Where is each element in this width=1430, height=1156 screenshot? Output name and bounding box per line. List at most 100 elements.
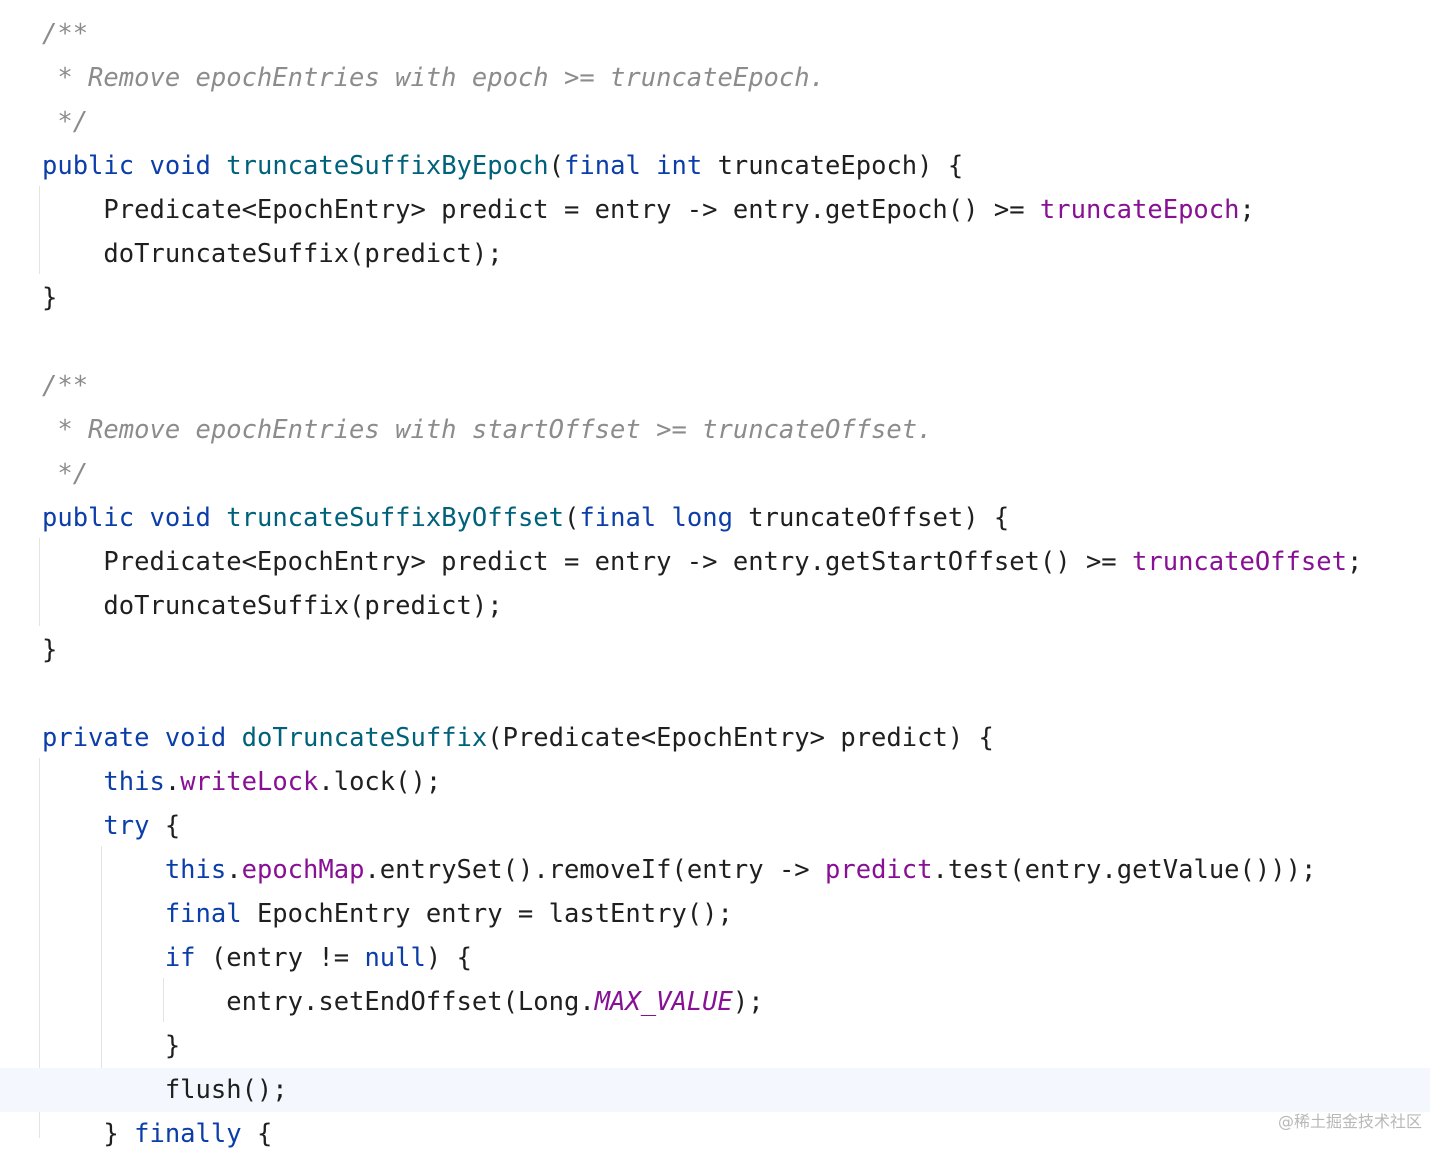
- code-text: if (entry != null) {: [42, 936, 472, 980]
- code-token: epochMap: [241, 855, 365, 885]
- code-line[interactable]: /**: [0, 12, 1430, 56]
- code-line[interactable]: /**: [0, 364, 1430, 408]
- code-line[interactable]: }: [0, 1024, 1430, 1068]
- code-token: final: [564, 151, 641, 181]
- code-token: /**: [42, 19, 89, 49]
- code-token: }: [42, 283, 58, 313]
- code-text: public void truncateSuffixByOffset(final…: [42, 496, 1009, 540]
- code-line[interactable]: * Remove epochEntries with startOffset >…: [0, 408, 1430, 452]
- code-line[interactable]: public void truncateSuffixByOffset(final…: [0, 496, 1430, 540]
- code-text: final EpochEntry entry = lastEntry();: [42, 892, 733, 936]
- code-text: /**: [42, 12, 88, 56]
- code-token: (: [548, 151, 565, 181]
- code-token: (entry !=: [195, 943, 365, 973]
- code-line[interactable]: doTruncateSuffix(predict);: [0, 584, 1430, 628]
- code-line[interactable]: * Remove epochEntries with epoch >= trun…: [0, 56, 1430, 100]
- code-line[interactable]: [0, 320, 1430, 364]
- code-token: * Remove epochEntries with epoch >= trun…: [42, 63, 825, 93]
- code-token: truncateEpoch: [1039, 195, 1240, 225]
- code-token: doTruncateSuffix: [241, 723, 488, 753]
- code-token: Predicate<EpochEntry> predict = entry ->…: [42, 195, 1040, 225]
- code-line[interactable]: Predicate<EpochEntry> predict = entry ->…: [0, 188, 1430, 232]
- code-token: int: [656, 151, 703, 181]
- code-token: }: [42, 635, 58, 665]
- code-token: finally: [134, 1119, 242, 1149]
- code-token: doTruncateSuffix(predict);: [42, 591, 503, 621]
- code-text: }: [42, 628, 57, 672]
- code-line[interactable]: [0, 672, 1430, 716]
- code-token: writeLock: [180, 767, 319, 797]
- code-token: }: [42, 1031, 181, 1061]
- code-token: (: [564, 503, 580, 533]
- code-token: public: [42, 151, 135, 181]
- code-line[interactable]: flush();: [0, 1068, 1430, 1112]
- code-token: private: [42, 723, 150, 753]
- code-line[interactable]: doTruncateSuffix(predict);: [0, 232, 1430, 276]
- code-token: flush();: [42, 1075, 288, 1105]
- code-token: .: [226, 855, 242, 885]
- code-line[interactable]: Predicate<EpochEntry> predict = entry ->…: [0, 540, 1430, 584]
- code-token: this: [164, 855, 227, 885]
- code-text: Predicate<EpochEntry> predict = entry ->…: [42, 540, 1362, 584]
- code-text: Predicate<EpochEntry> predict = entry ->…: [42, 188, 1255, 232]
- code-token: MAX_VALUE: [594, 987, 733, 1017]
- code-token: truncateOffset: [1132, 547, 1347, 577]
- code-token: predict: [825, 855, 933, 885]
- code-text: }: [42, 1024, 180, 1068]
- code-text: doTruncateSuffix(predict);: [42, 584, 503, 628]
- code-token: ;: [1346, 547, 1363, 577]
- code-token: .test(entry.getValue()));: [932, 855, 1317, 885]
- code-token: /**: [42, 371, 89, 401]
- code-text: private void doTruncateSuffix(Predicate<…: [42, 716, 994, 760]
- code-token: final: [164, 899, 242, 929]
- code-text: /**: [42, 364, 88, 408]
- code-token: public: [42, 503, 135, 533]
- code-text: * Remove epochEntries with startOffset >…: [42, 408, 932, 452]
- code-token: entry.setEndOffset(Long.: [42, 987, 595, 1017]
- code-token: truncateSuffixByOffset: [226, 503, 565, 533]
- code-line[interactable]: */: [0, 100, 1430, 144]
- code-token: EpochEntry entry = lastEntry();: [241, 899, 733, 929]
- code-token: void: [149, 503, 211, 533]
- code-line[interactable]: entry.setEndOffset(Long.MAX_VALUE);: [0, 980, 1430, 1024]
- code-token: {: [241, 1119, 273, 1149]
- code-line[interactable]: if (entry != null) {: [0, 936, 1430, 980]
- code-line[interactable]: */: [0, 452, 1430, 496]
- code-line[interactable]: } finally {: [0, 1112, 1430, 1156]
- code-token: final: [579, 503, 657, 533]
- code-token: void: [164, 723, 227, 753]
- code-token: (Predicate<EpochEntry> predict) {: [487, 723, 994, 753]
- code-token: */: [42, 459, 89, 489]
- code-line[interactable]: }: [0, 276, 1430, 320]
- code-line[interactable]: final EpochEntry entry = lastEntry();: [0, 892, 1430, 936]
- code-line[interactable]: try {: [0, 804, 1430, 848]
- code-text: * Remove epochEntries with epoch >= trun…: [42, 56, 825, 100]
- code-text: public void truncateSuffixByEpoch(final …: [42, 144, 963, 188]
- code-line[interactable]: this.epochMap.entrySet().removeIf(entry …: [0, 848, 1430, 892]
- code-token: .lock();: [318, 767, 442, 797]
- code-line[interactable]: this.writeLock.lock();: [0, 760, 1430, 804]
- code-token: truncateSuffixByEpoch: [226, 151, 549, 181]
- watermark: @稀土掘金技术社区: [1277, 1112, 1422, 1131]
- code-line[interactable]: private void doTruncateSuffix(Predicate<…: [0, 716, 1430, 760]
- code-line[interactable]: }: [0, 628, 1430, 672]
- code-token: */: [42, 107, 89, 137]
- code-token: ) {: [425, 943, 472, 973]
- code-editor[interactable]: /** * Remove epochEntries with epoch >= …: [0, 0, 1430, 1149]
- code-line[interactable]: public void truncateSuffixByEpoch(final …: [0, 144, 1430, 188]
- code-token: ;: [1239, 195, 1255, 225]
- code-token: Predicate<EpochEntry> predict = entry ->…: [42, 547, 1133, 577]
- code-token: long: [671, 503, 733, 533]
- code-text: doTruncateSuffix(predict);: [42, 232, 502, 276]
- code-token: if: [164, 943, 196, 973]
